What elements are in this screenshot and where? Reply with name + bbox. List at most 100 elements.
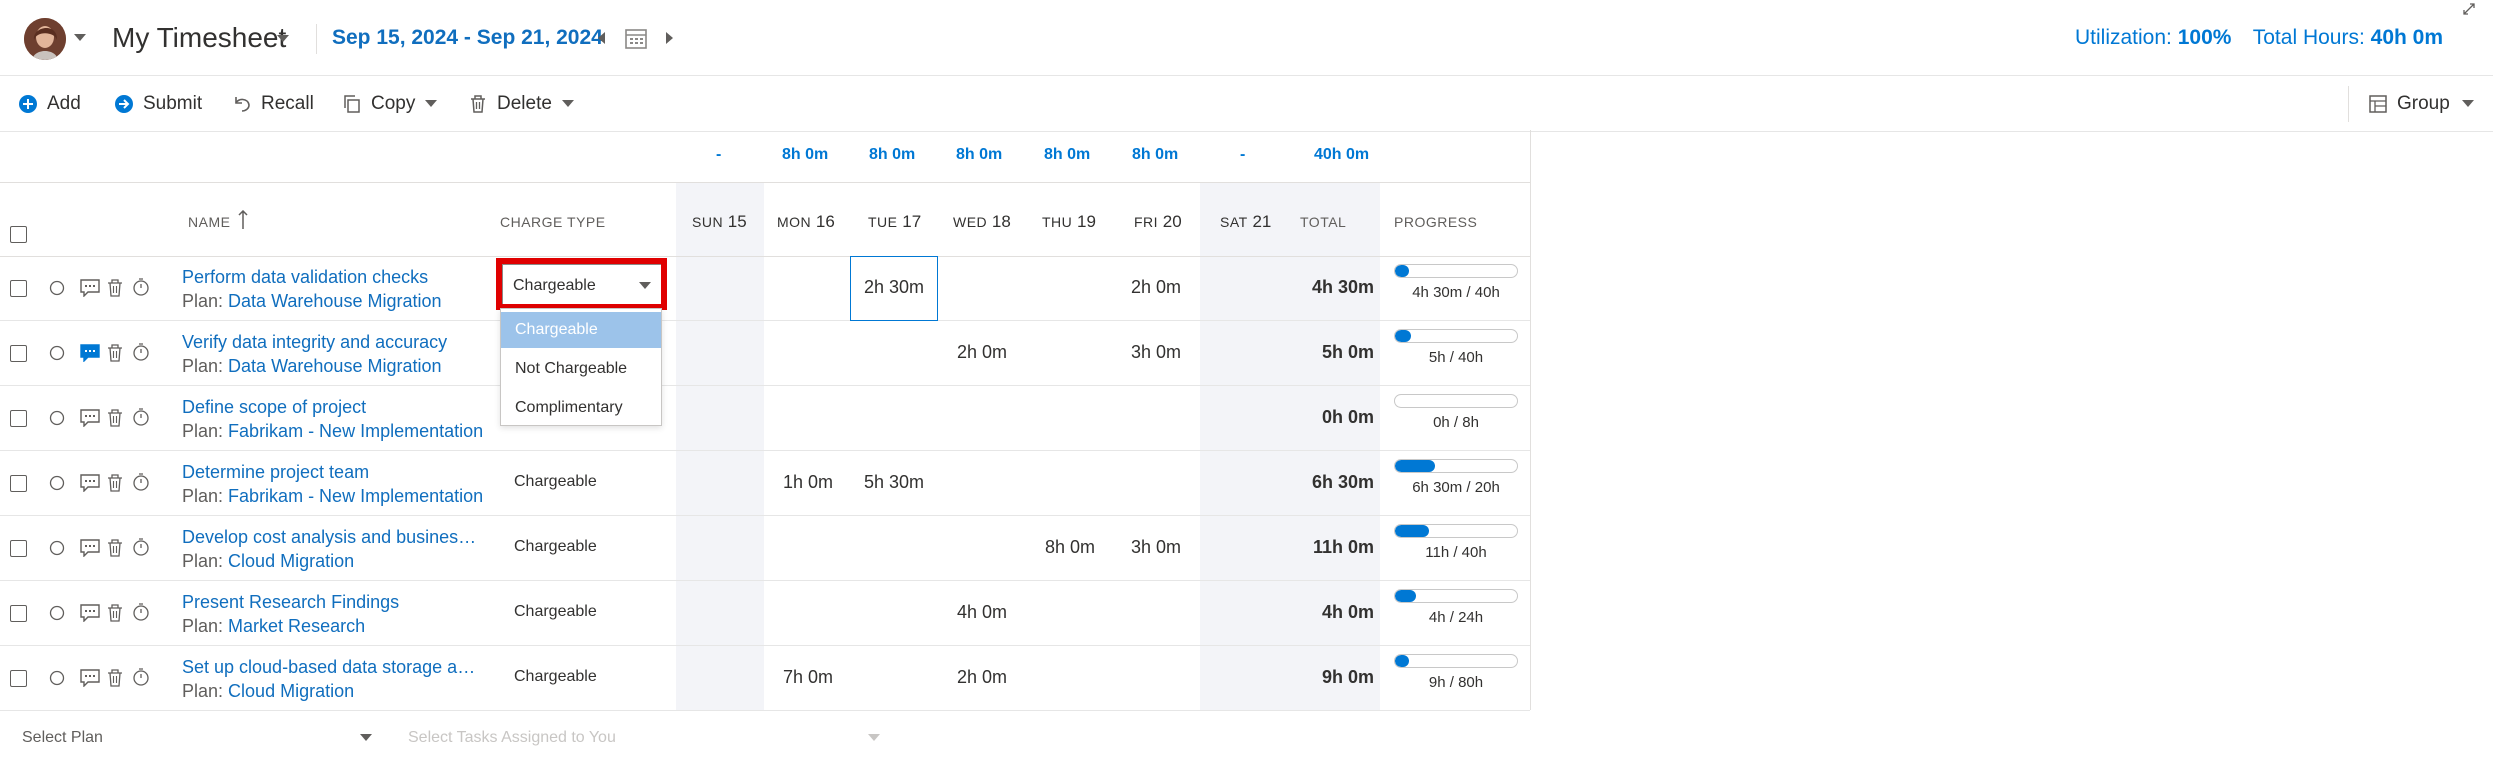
status-circle-icon[interactable] — [49, 540, 65, 556]
charge-type-value[interactable]: Chargeable — [514, 473, 597, 491]
status-circle-icon[interactable] — [49, 410, 65, 426]
progress-column-header: PROGRESS — [1394, 214, 1478, 230]
table-row[interactable]: Define scope of project Plan: Fabrikam - … — [0, 386, 1530, 451]
hours-cell[interactable]: 2h 0m — [1112, 277, 1200, 298]
charge-type-value[interactable]: Chargeable — [514, 668, 597, 686]
trash-icon[interactable] — [107, 604, 123, 622]
hours-cell[interactable]: 2h 0m — [938, 342, 1026, 363]
row-checkbox[interactable] — [10, 345, 27, 362]
expand-icon[interactable] — [2462, 2, 2476, 16]
timer-icon[interactable] — [132, 538, 150, 556]
task-name-link[interactable]: Define scope of project — [182, 397, 366, 418]
progress-bar — [1394, 589, 1518, 603]
focused-cell[interactable] — [850, 256, 938, 321]
charge-type-value[interactable]: Chargeable — [514, 603, 597, 621]
trash-icon[interactable] — [107, 539, 123, 557]
trash-icon[interactable] — [107, 669, 123, 687]
charge-type-value[interactable]: Chargeable — [514, 538, 597, 556]
row-checkbox[interactable] — [10, 280, 27, 297]
timer-icon[interactable] — [132, 408, 150, 426]
timer-icon[interactable] — [132, 278, 150, 296]
status-circle-icon[interactable] — [49, 345, 65, 361]
task-name-link[interactable]: Perform data validation checks — [182, 267, 428, 288]
status-circle-icon[interactable] — [49, 670, 65, 686]
delete-label: Delete — [497, 93, 552, 114]
task-name-link[interactable]: Verify data integrity and accuracy — [182, 332, 447, 353]
status-circle-icon[interactable] — [49, 280, 65, 296]
avatar[interactable] — [24, 18, 66, 60]
plan-link[interactable]: Data Warehouse Migration — [228, 291, 441, 311]
table-row[interactable]: Perform data validation checks Plan: Data… — [0, 256, 1530, 321]
table-row[interactable]: Present Research Findings Plan: Market Re… — [0, 581, 1530, 646]
hours-cell[interactable]: 8h 0m — [1026, 537, 1114, 558]
next-week-icon[interactable] — [666, 32, 674, 44]
plan-link[interactable]: Cloud Migration — [228, 551, 354, 571]
comment-icon[interactable] — [80, 409, 100, 427]
timer-icon[interactable] — [132, 603, 150, 621]
hours-cell[interactable]: 1h 0m — [764, 472, 852, 493]
sort-ascending-icon[interactable] — [238, 210, 248, 230]
hours-cell[interactable]: 4h 0m — [938, 602, 1026, 623]
delete-button[interactable]: Delete — [468, 90, 574, 118]
calendar-icon[interactable] — [625, 27, 647, 49]
timer-icon[interactable] — [132, 343, 150, 361]
recall-button[interactable]: Recall — [232, 90, 314, 118]
plan-link[interactable]: Market Research — [228, 616, 365, 636]
group-button[interactable]: Group — [2368, 90, 2474, 118]
option-not-chargeable[interactable]: Not Chargeable — [501, 351, 661, 387]
select-plan-chevron-icon[interactable] — [360, 734, 372, 742]
comment-icon[interactable] — [80, 279, 100, 297]
day-header-wed: WED 18 — [953, 212, 1011, 231]
hours-cell[interactable]: 3h 0m — [1112, 342, 1200, 363]
plan-link[interactable]: Fabrikam - New Implementation — [228, 486, 483, 506]
task-name-link[interactable]: Present Research Findings — [182, 592, 399, 613]
row-checkbox[interactable] — [10, 670, 27, 687]
row-checkbox[interactable] — [10, 410, 27, 427]
plan-link[interactable]: Fabrikam - New Implementation — [228, 421, 483, 441]
timer-icon[interactable] — [132, 473, 150, 491]
task-name-link[interactable]: Determine project team — [182, 462, 369, 483]
table-row[interactable]: Verify data integrity and accuracy Plan: … — [0, 321, 1530, 386]
hours-cell[interactable]: 2h 0m — [938, 667, 1026, 688]
submit-button[interactable]: Submit — [114, 90, 202, 118]
task-name-link[interactable]: Set up cloud-based data storage an... — [182, 657, 477, 678]
timer-icon[interactable] — [132, 668, 150, 686]
select-plan-dropdown[interactable]: Select Plan — [22, 729, 103, 747]
trash-icon[interactable] — [107, 409, 123, 427]
hours-cell[interactable]: 7h 0m — [764, 667, 852, 688]
plan-link[interactable]: Data Warehouse Migration — [228, 356, 441, 376]
select-tasks-chevron-icon[interactable] — [868, 734, 880, 742]
progress-label: 5h / 40h — [1428, 349, 1484, 366]
name-column-header[interactable]: NAME — [188, 214, 230, 230]
table-row[interactable]: Develop cost analysis and business ... Pl… — [0, 516, 1530, 581]
title-chevron-icon[interactable] — [277, 35, 289, 43]
avatar-menu-chevron-icon[interactable] — [74, 34, 86, 42]
comment-icon[interactable] — [80, 474, 100, 492]
task-name-link[interactable]: Develop cost analysis and business ... — [182, 527, 477, 548]
select-all-checkbox[interactable] — [10, 226, 27, 243]
hours-cell[interactable]: 3h 0m — [1112, 537, 1200, 558]
prev-week-icon[interactable] — [598, 32, 606, 44]
date-range[interactable]: Sep 15, 2024 - Sep 21, 2024 — [332, 26, 603, 50]
option-complimentary[interactable]: Complimentary — [501, 390, 661, 426]
option-chargeable[interactable]: Chargeable — [501, 312, 661, 348]
status-circle-icon[interactable] — [49, 475, 65, 491]
comment-icon[interactable] — [80, 344, 100, 362]
comment-icon[interactable] — [80, 669, 100, 687]
copy-button[interactable]: Copy — [342, 90, 438, 118]
table-row[interactable]: Set up cloud-based data storage an... Pla… — [0, 646, 1530, 711]
table-row[interactable]: Determine project team Plan: Fabrikam - N… — [0, 451, 1530, 516]
trash-icon[interactable] — [107, 474, 123, 492]
plan-link[interactable]: Cloud Migration — [228, 681, 354, 701]
row-checkbox[interactable] — [10, 475, 27, 492]
hours-cell[interactable]: 5h 30m — [850, 472, 938, 493]
trash-icon[interactable] — [107, 344, 123, 362]
row-checkbox[interactable] — [10, 605, 27, 622]
status-circle-icon[interactable] — [49, 605, 65, 621]
add-button[interactable]: Add — [18, 90, 81, 118]
comment-icon[interactable] — [80, 604, 100, 622]
select-tasks-dropdown[interactable]: Select Tasks Assigned to You — [408, 729, 616, 747]
trash-icon[interactable] — [107, 279, 123, 297]
comment-icon[interactable] — [80, 539, 100, 557]
row-checkbox[interactable] — [10, 540, 27, 557]
